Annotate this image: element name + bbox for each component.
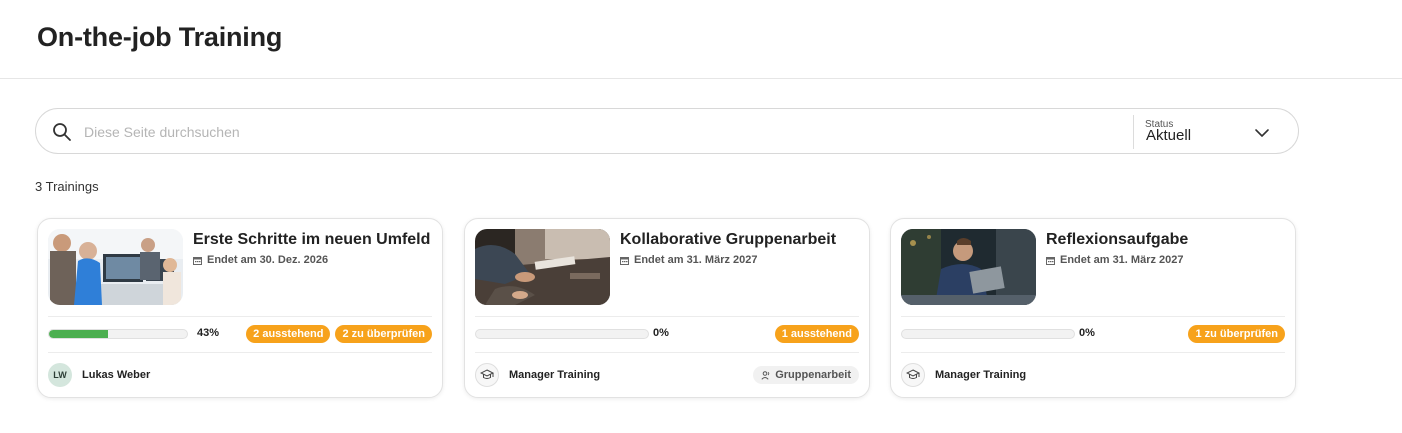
progress-fill <box>49 330 109 338</box>
graduation-cap-icon <box>480 369 494 379</box>
page-title: On-the-job Training <box>37 22 283 52</box>
training-image <box>901 229 1036 305</box>
end-date: Endet am 31. März 2027 <box>620 254 758 266</box>
end-date: Endet am 30. Dez. 2026 <box>193 254 328 266</box>
status-badges: 1 ausstehend <box>774 325 859 343</box>
end-date-text: Endet am 30. Dez. 2026 <box>207 254 329 266</box>
calendar-icon <box>620 256 629 265</box>
progress-bar <box>901 329 1075 339</box>
search-icon[interactable] <box>52 122 72 142</box>
status-badge: 2 ausstehend <box>246 325 331 343</box>
progress-percent: 0% <box>1079 327 1095 339</box>
training-image <box>48 229 183 305</box>
owner: Manager Training <box>475 363 600 387</box>
divider <box>901 352 1285 353</box>
status-badge: 2 zu überprüfen <box>335 325 432 343</box>
calendar-icon <box>193 256 202 265</box>
owner-icon <box>475 363 499 387</box>
divider <box>48 352 432 353</box>
type-label: Gruppenarbeit <box>775 369 851 381</box>
office-team-image <box>48 229 183 305</box>
search-input[interactable] <box>84 117 1124 147</box>
divider <box>475 352 859 353</box>
progress-percent: 0% <box>653 327 669 339</box>
avatar: LW <box>48 363 72 387</box>
owner: Manager Training <box>901 363 1026 387</box>
type-chip: Gruppenarbeit <box>753 366 859 384</box>
divider <box>475 316 859 317</box>
calendar-icon <box>1046 256 1055 265</box>
results-count: 3 Trainings <box>35 179 99 194</box>
progress-bar <box>48 329 188 339</box>
progress-bar <box>475 329 649 339</box>
divider <box>901 316 1285 317</box>
chevron-down-icon <box>1255 129 1269 137</box>
end-date: Endet am 31. März 2027 <box>1046 254 1184 266</box>
status-value: Aktuell <box>1146 127 1192 144</box>
status-dropdown[interactable]: Status Aktuell <box>1134 109 1300 155</box>
end-date-text: Endet am 31. März 2027 <box>1060 254 1184 266</box>
training-image <box>475 229 610 305</box>
owner-name: Manager Training <box>935 369 1027 381</box>
status-badge: 1 ausstehend <box>774 325 859 343</box>
training-title: Kollaborative Gruppenarbeit <box>620 231 837 248</box>
training-card[interactable]: Kollaborative Gruppenarbeit Endet am 31.… <box>464 218 870 398</box>
group-icon <box>761 370 770 380</box>
divider <box>48 316 432 317</box>
end-date-text: Endet am 31. März 2027 <box>634 254 758 266</box>
training-card[interactable]: Erste Schritte im neuen Umfeld Endet am … <box>37 218 443 398</box>
man-with-laptop-image <box>901 229 1036 305</box>
meeting-table-image <box>475 229 610 305</box>
status-badge: 1 zu überprüfen <box>1188 325 1285 343</box>
owner: LW Lukas Weber <box>48 363 150 387</box>
status-badges: 1 zu überprüfen <box>1188 325 1285 343</box>
progress-percent: 43% <box>197 327 220 339</box>
training-card[interactable]: Reflexionsaufgabe Endet am 31. März 2027… <box>890 218 1296 398</box>
status-badges: 2 ausstehend 2 zu überprüfen <box>246 325 432 343</box>
search-bar: Status Aktuell <box>35 108 1299 154</box>
owner-name: Manager Training <box>509 369 601 381</box>
training-title: Reflexionsaufgabe <box>1046 231 1189 248</box>
training-title: Erste Schritte im neuen Umfeld <box>193 231 431 248</box>
graduation-cap-icon <box>906 369 920 379</box>
owner-name: Lukas Weber <box>82 369 151 381</box>
owner-icon <box>901 363 925 387</box>
page-header: On-the-job Training <box>0 0 1402 79</box>
